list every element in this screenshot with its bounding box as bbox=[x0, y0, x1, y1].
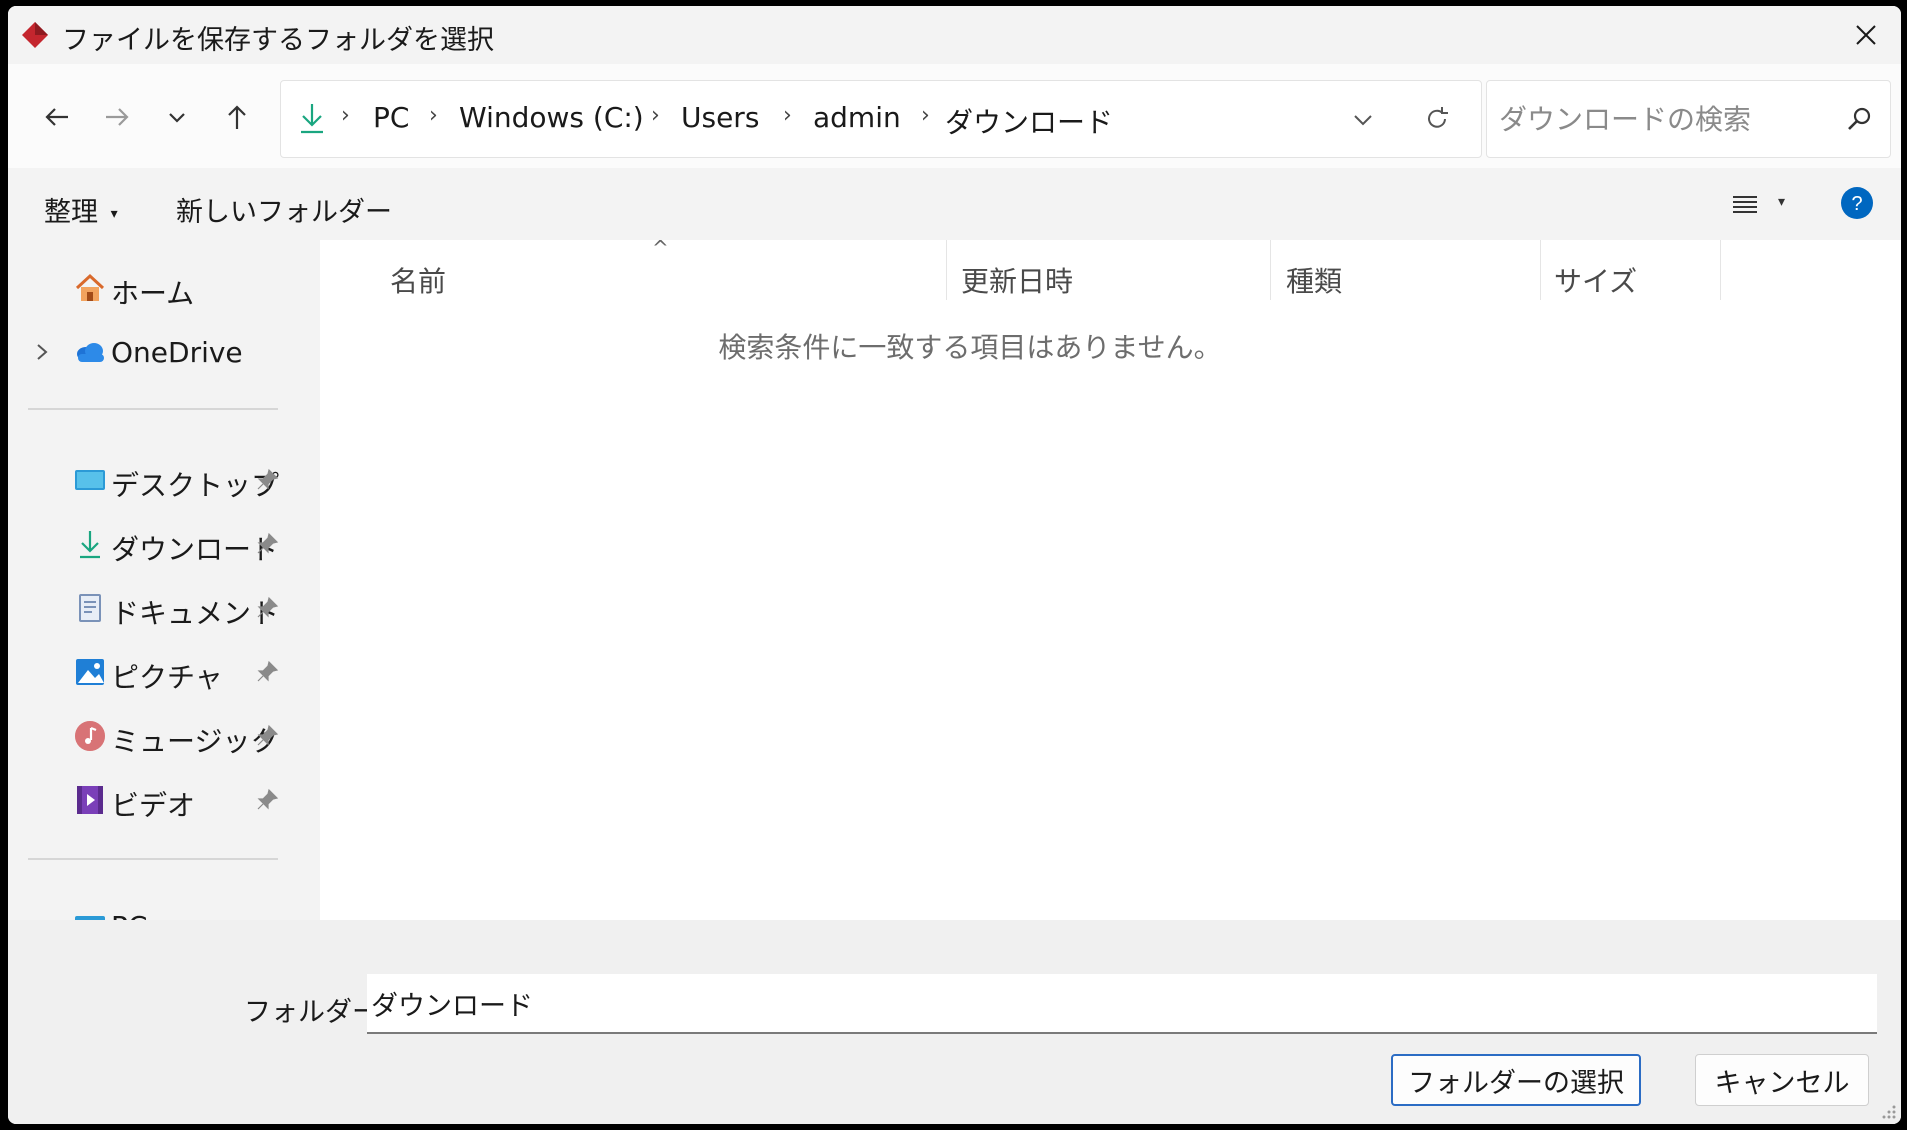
command-bar: 整理 ▾ 新しいフォルダー ▾ ? bbox=[8, 168, 1901, 240]
arrow-right-icon bbox=[106, 108, 129, 126]
new-folder-button[interactable]: 新しいフォルダー bbox=[176, 190, 392, 229]
sidebar-item-documents[interactable]: ドキュメント bbox=[8, 582, 280, 634]
sidebar-item-label: OneDrive bbox=[111, 336, 243, 369]
column-header-size[interactable]: サイズ bbox=[1554, 260, 1637, 300]
document-icon bbox=[79, 594, 101, 622]
breadcrumb-downloads[interactable]: ダウンロード bbox=[945, 101, 1113, 141]
home-icon bbox=[75, 273, 105, 301]
help-icon[interactable]: ? bbox=[1840, 186, 1874, 220]
file-list-pane: ^ 名前 更新日時 種類 サイズ 検索条件に一致する項目はありません。 bbox=[320, 236, 1901, 920]
sidebar-item-desktop[interactable]: デスクトップ bbox=[8, 454, 280, 506]
pin-icon bbox=[257, 660, 279, 682]
pin-icon bbox=[257, 532, 279, 554]
up-button[interactable] bbox=[214, 94, 260, 140]
arrow-left-icon bbox=[45, 108, 68, 126]
organize-menu[interactable]: 整理 ▾ bbox=[44, 190, 118, 229]
breadcrumb-separator-icon: › bbox=[651, 103, 660, 128]
breadcrumb-users[interactable]: Users bbox=[681, 101, 759, 134]
app-logo-icon bbox=[22, 22, 48, 48]
empty-results-message: 検索条件に一致する項目はありません。 bbox=[718, 331, 1222, 364]
download-icon bbox=[80, 531, 100, 559]
pin-icon bbox=[257, 596, 279, 618]
onedrive-cloud-icon bbox=[77, 343, 104, 362]
back-button[interactable] bbox=[34, 94, 80, 140]
breadcrumb-pc[interactable]: PC bbox=[373, 101, 409, 134]
title-bar: ファイルを保存するフォルダを選択 bbox=[8, 6, 1901, 64]
refresh-icon[interactable] bbox=[1423, 105, 1451, 133]
close-icon bbox=[1856, 25, 1876, 45]
column-header-modified[interactable]: 更新日時 bbox=[961, 260, 1073, 300]
navigation-pane: ホーム OneDrive デスクトップ ダウンロード ドキュメント ピクチャ ミ… bbox=[8, 240, 288, 920]
search-icon[interactable] bbox=[1845, 105, 1873, 133]
view-options-dropdown-icon[interactable]: ▾ bbox=[1778, 194, 1785, 210]
pc-icon bbox=[75, 916, 105, 920]
folder-name-input[interactable] bbox=[367, 974, 1877, 1034]
sidebar-item-pictures[interactable]: ピクチャ bbox=[8, 646, 279, 698]
chevron-down-icon bbox=[169, 113, 185, 123]
sidebar-item-home[interactable]: ホーム bbox=[8, 262, 278, 314]
music-icon bbox=[75, 721, 105, 751]
breadcrumb-separator-icon: › bbox=[429, 103, 438, 128]
address-history-chevron-icon[interactable] bbox=[1351, 108, 1375, 132]
breadcrumb-admin[interactable]: admin bbox=[813, 101, 901, 134]
forward-button[interactable] bbox=[94, 94, 140, 140]
sidebar-item-downloads[interactable]: ダウンロード bbox=[8, 518, 280, 570]
sidebar-item-label: PC bbox=[111, 910, 147, 920]
pin-icon bbox=[257, 724, 279, 746]
column-header-type[interactable]: 種類 bbox=[1286, 260, 1342, 300]
svg-text:?: ? bbox=[1851, 193, 1862, 215]
sidebar-item-videos[interactable]: ビデオ bbox=[8, 774, 279, 826]
search-input[interactable] bbox=[1499, 101, 1829, 137]
sidebar-item-label: デスクトップ bbox=[111, 469, 280, 502]
breadcrumb-separator-icon: › bbox=[783, 103, 792, 128]
sidebar-divider bbox=[28, 858, 278, 860]
pin-icon bbox=[257, 788, 279, 810]
window-title: ファイルを保存するフォルダを選択 bbox=[62, 25, 494, 56]
column-header-name[interactable]: 名前 bbox=[390, 260, 446, 300]
folder-picker-dialog: ファイルを保存するフォルダを選択 › PC › Windows (C:) › U… bbox=[8, 6, 1901, 1124]
cancel-button[interactable]: キャンセル bbox=[1695, 1054, 1869, 1106]
address-bar[interactable]: › PC › Windows (C:) › Users › admin › ダウ… bbox=[280, 80, 1482, 158]
pin-icon bbox=[257, 468, 279, 490]
sort-ascending-icon: ^ bbox=[652, 236, 669, 260]
sidebar-item-pc[interactable]: PC bbox=[8, 900, 278, 920]
sidebar-divider bbox=[28, 408, 278, 410]
column-divider[interactable] bbox=[1540, 240, 1541, 300]
sidebar-item-label: ビデオ bbox=[111, 789, 196, 822]
close-button[interactable] bbox=[1831, 6, 1901, 64]
sidebar-item-label: ダウンロード bbox=[111, 533, 280, 566]
organize-label: 整理 bbox=[44, 197, 98, 228]
sidebar-item-label: ドキュメント bbox=[111, 597, 280, 630]
sidebar-item-label: ホーム bbox=[111, 277, 195, 310]
column-divider[interactable] bbox=[1720, 240, 1721, 300]
column-divider[interactable] bbox=[1270, 240, 1271, 300]
resize-grip-icon[interactable] bbox=[1879, 1102, 1897, 1120]
search-box[interactable] bbox=[1486, 80, 1891, 158]
view-options-icon[interactable] bbox=[1730, 192, 1760, 218]
sidebar-item-label: ミュージック bbox=[111, 725, 279, 758]
navigation-bar: › PC › Windows (C:) › Users › admin › ダウ… bbox=[8, 64, 1901, 168]
recent-locations-button[interactable] bbox=[154, 94, 200, 140]
dialog-footer: フォルダー: フォルダーの選択 キャンセル bbox=[8, 920, 1901, 1124]
desktop-icon bbox=[75, 470, 105, 490]
breadcrumb-separator-icon: › bbox=[341, 103, 350, 128]
pictures-icon bbox=[76, 659, 104, 685]
sidebar-item-music[interactable]: ミュージック bbox=[8, 710, 278, 762]
breadcrumb-drive[interactable]: Windows (C:) bbox=[459, 101, 644, 134]
select-folder-button[interactable]: フォルダーの選択 bbox=[1391, 1054, 1641, 1106]
sidebar-item-label: ピクチャ bbox=[111, 661, 223, 694]
arrow-up-icon bbox=[228, 105, 246, 129]
column-divider[interactable] bbox=[946, 240, 947, 300]
video-icon bbox=[77, 786, 103, 814]
breadcrumb-separator-icon: › bbox=[921, 103, 930, 128]
dropdown-caret-icon: ▾ bbox=[110, 205, 118, 222]
download-icon bbox=[301, 104, 323, 134]
sidebar-item-onedrive[interactable]: OneDrive bbox=[8, 326, 278, 378]
expand-chevron-icon[interactable] bbox=[34, 342, 50, 362]
